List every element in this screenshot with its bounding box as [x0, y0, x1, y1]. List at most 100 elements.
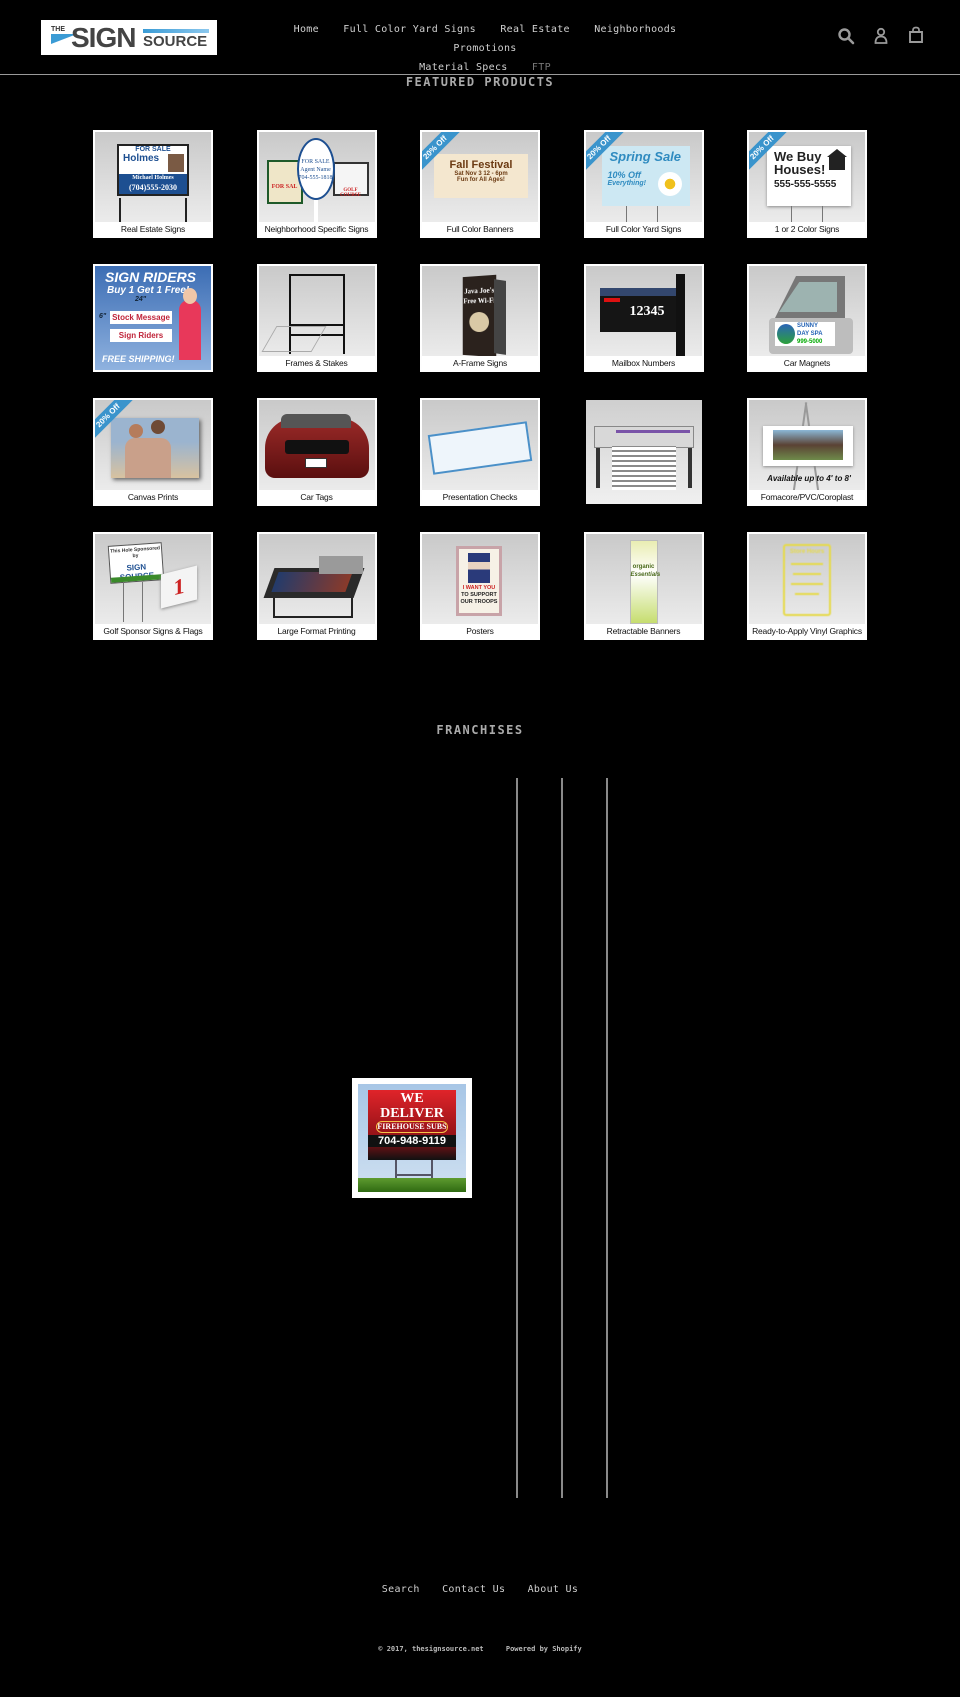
product-caption: Neighborhood Specific Signs: [258, 222, 375, 236]
product-card-a-frame-signs[interactable]: Java Joe's Free Wi-Fi A-Frame Signs: [420, 264, 540, 372]
art-text: Store Hours: [789, 549, 825, 555]
product-art-shape: Java Joe's Free Wi-Fi: [462, 274, 497, 358]
product-card-full-color-banners[interactable]: Fall Festival Sat Nov 3 12 - 6pm Fun for…: [420, 130, 540, 238]
logo-source-text: SOURCE: [143, 33, 208, 50]
product-art-shape: [129, 424, 143, 438]
art-text: organic: [632, 564, 655, 570]
footer-search-link[interactable]: Search: [382, 1584, 420, 1595]
product-art-shape: 12345: [630, 304, 665, 320]
product-image: [422, 400, 538, 492]
product-card-large-format-printing[interactable]: Large Format Printing: [256, 532, 377, 640]
product-card-canvas-prints[interactable]: 20% Off Canvas Prints: [93, 398, 213, 506]
art-text: 999-5000: [797, 339, 823, 345]
nav-ftp[interactable]: FTP: [532, 62, 551, 73]
franchise-firehouse-subs-sign[interactable]: WE DELIVER FIREHOUSE SUBS 704-948-9119: [352, 1078, 472, 1198]
product-card-frames-stakes[interactable]: Frames & Stakes: [256, 264, 377, 372]
art-text: OUR TROOPS: [460, 599, 498, 605]
nav-neighborhoods[interactable]: Neighborhoods: [594, 24, 676, 35]
product-art-shape: [272, 598, 353, 618]
art-text: 6": [99, 313, 107, 320]
franchises-title: FRANCHISES: [436, 723, 524, 737]
site-logo[interactable]: THE SIGN SOURCE: [41, 20, 217, 55]
nav-material-specs[interactable]: Material Specs: [419, 62, 508, 73]
product-caption: Canvas Prints: [95, 490, 211, 504]
art-text: Essentials: [630, 572, 661, 578]
art-text: 10% Off: [607, 170, 641, 180]
nav-promotions[interactable]: Promotions: [453, 43, 516, 54]
featured-products-title: FEATURED PRODUCTS: [405, 75, 555, 89]
art-text: Holmes: [123, 153, 160, 164]
logo-the-text: THE: [51, 26, 65, 33]
art-text: Free Wi-Fi: [463, 296, 496, 306]
product-caption: Car Magnets: [749, 356, 865, 370]
product-card-presentation-checks[interactable]: Presentation Checks: [420, 398, 540, 506]
product-art-shape: [675, 274, 685, 358]
art-text: 24": [135, 296, 147, 303]
product-caption: Mailbox Numbers: [585, 356, 702, 370]
nav-real-estate[interactable]: Real Estate: [500, 24, 570, 35]
product-image: Store Hours: [749, 534, 865, 626]
nav-home[interactable]: Home: [294, 24, 319, 35]
art-text: Buy 1 Get 1 Free!: [107, 285, 190, 296]
account-icon[interactable]: [872, 27, 890, 45]
product-art-shape: [280, 414, 351, 428]
product-art-shape: [603, 298, 620, 302]
product-card-mailbox-numbers[interactable]: 12345 Mailbox Numbers: [583, 264, 704, 372]
product-caption: Large Format Printing: [258, 624, 375, 638]
product-card-fomacore-pvc-coroplast[interactable]: Available up to 4' to 8' Fomacore/PVC/Cor…: [747, 398, 867, 506]
column-divider: [516, 778, 518, 1498]
art-text: Agent Name: [300, 167, 331, 173]
product-card-real-estate-signs[interactable]: FOR SALE Holmes Michael Holmes (704)555-2…: [93, 130, 213, 238]
product-art-shape: I WANT YOU TO SUPPORT OUR TROOPS: [456, 546, 502, 616]
product-art-shape: [763, 426, 853, 466]
sign-board: WE DELIVER FIREHOUSE SUBS 704-948-9119: [368, 1090, 456, 1160]
product-card-ready-to-apply-vinyl-graphics[interactable]: Store Hours Ready-to-Apply Vinyl Graphic…: [747, 532, 867, 640]
product-caption: Ready-to-Apply Vinyl Graphics: [749, 624, 865, 638]
art-text: 555-555-5555: [774, 179, 837, 190]
product-art-shape: [595, 448, 600, 488]
product-art-shape: [284, 440, 349, 454]
product-image: SIGN RIDERS Buy 1 Get 1 Free! 24" 6" Sto…: [95, 266, 211, 370]
product-card-1-or-2-color-signs[interactable]: We Buy Houses! 555-555-5555 20% Off 1 or 2…: [747, 130, 867, 238]
product-art-shape: [494, 279, 506, 355]
product-card-car-tags[interactable]: Car Tags: [256, 398, 377, 506]
sign-line-we: WE: [400, 1091, 424, 1106]
sign-brand: FIREHOUSE SUBS: [376, 1121, 448, 1133]
product-card-riders[interactable]: SIGN RIDERS Buy 1 Get 1 Free! 24" 6" Sto…: [93, 264, 213, 372]
cart-icon[interactable]: [907, 26, 925, 44]
product-card-full-color-yard-signs[interactable]: Spring Sale 10% Off Everything! 20% Off F…: [583, 130, 704, 238]
product-card-printer[interactable]: [584, 398, 704, 506]
product-card-golf-sponsor-signs-flags[interactable]: This Hole Sponsored bySIGN SOURCE 1Golf …: [93, 532, 213, 640]
product-card-posters[interactable]: I WANT YOU TO SUPPORT OUR TROOPS Posters: [420, 532, 540, 640]
product-art-shape: GOLF COURSE: [332, 162, 369, 198]
product-image: [258, 266, 375, 358]
product-caption: A-Frame Signs: [422, 356, 538, 370]
art-text: Michael Holmes: [132, 175, 174, 181]
art-text: Stock Message: [112, 313, 170, 322]
art-text: GOLF COURSE: [340, 188, 361, 198]
product-caption: Fomacore/PVC/Coroplast: [749, 490, 865, 504]
search-icon[interactable]: [837, 27, 855, 45]
art-text: I WANT YOU: [462, 585, 496, 591]
product-card-car-magnets[interactable]: SUNNY DAY SPA 999-5000 Car Magnets: [747, 264, 867, 372]
product-card-retractable-banners[interactable]: organic Essentials Retractable Banners: [583, 532, 704, 640]
sign-background: WE DELIVER FIREHOUSE SUBS 704-948-9119: [358, 1084, 466, 1192]
powered-by-link[interactable]: Powered by Shopify: [506, 1645, 582, 1653]
product-grid: FOR SALE Holmes Michael Holmes (704)555-2…: [93, 130, 868, 640]
product-caption: Real Estate Signs: [95, 222, 211, 236]
column-divider: [561, 778, 563, 1498]
nav-full-color-yard-signs[interactable]: Full Color Yard Signs: [343, 24, 476, 35]
art-text: SUNNY: [797, 323, 819, 329]
product-card-neighborhood-specific-signs[interactable]: FOR SAL GOLF COURSE FOR SALE Agent Name 70…: [256, 130, 377, 238]
product-art-shape: Spring Sale 10% Off Everything!: [601, 146, 690, 206]
product-image: organic Essentials: [585, 534, 702, 626]
footer-contact-link[interactable]: Contact Us: [442, 1584, 505, 1595]
product-caption: Retractable Banners: [585, 624, 702, 638]
main-nav: Home Full Color Yard Signs Real Estate N…: [280, 20, 690, 77]
product-art-shape: This Hole Sponsored bySIGN SOURCE: [107, 542, 165, 584]
product-image: [258, 400, 375, 492]
footer-about-link[interactable]: About Us: [528, 1584, 579, 1595]
art-text: FREE SHIPPING!: [102, 354, 175, 364]
product-art-shape: Store Hours: [783, 544, 831, 616]
column-divider: [606, 778, 608, 1498]
